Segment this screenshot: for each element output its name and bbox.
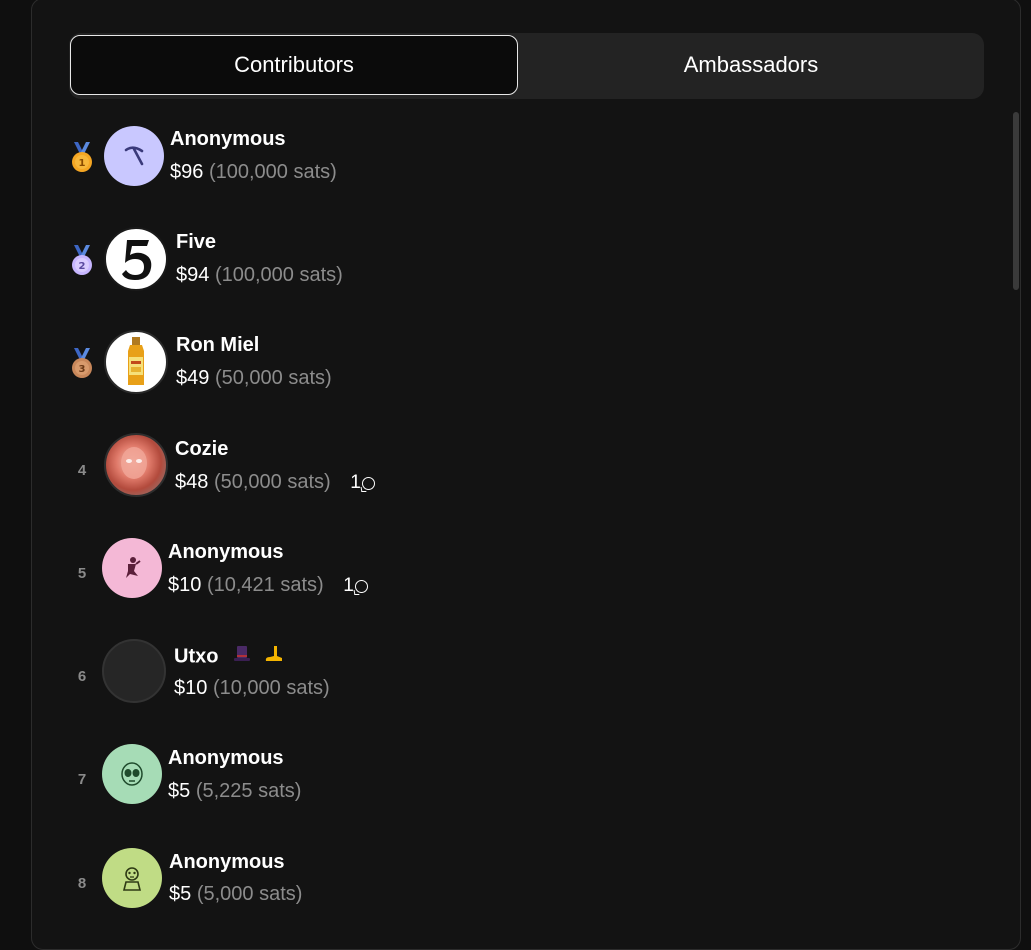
comment-count-value: 1 — [350, 472, 361, 493]
svg-text:3: 3 — [79, 364, 86, 375]
sats-amount: (5,225 sats) — [195, 780, 302, 802]
contributor-name[interactable]: Anonymous — [168, 541, 284, 564]
bronze-medal-icon: 3 — [72, 348, 92, 378]
sats-amount: (50,000 sats) — [213, 471, 331, 493]
alien-icon — [121, 762, 143, 786]
usd-amount: $96 — [170, 161, 204, 183]
list-item[interactable]: 7 Anonymous $5 (5,225 sats) — [0, 744, 900, 824]
avatar[interactable] — [102, 639, 166, 703]
contributor-name[interactable]: Anonymous — [170, 128, 286, 151]
comment-icon — [361, 476, 375, 490]
list-item[interactable]: 3 Ron Miel $49 (50,000 sats) — [0, 330, 900, 412]
contribution-amount: $10 (10,421 sats) 1 — [168, 574, 368, 597]
sats-amount: (10,421 sats) — [206, 574, 324, 596]
avatar[interactable] — [104, 330, 168, 394]
dancer-icon — [126, 557, 141, 578]
list-item[interactable]: 8 Anonymous $5 (5,000 sats) — [0, 848, 900, 928]
comment-count[interactable]: 1 — [343, 575, 368, 597]
contributor-name[interactable]: Anonymous — [168, 747, 284, 770]
sats-amount: (10,000 sats) — [212, 677, 330, 699]
avatar[interactable] — [104, 433, 168, 497]
contributor-name[interactable]: Five — [176, 231, 216, 254]
five-logo-icon — [122, 240, 152, 280]
list-item[interactable]: 1 Anonymous $96 (100,000 sats) — [0, 126, 900, 206]
zombie-icon — [122, 867, 142, 891]
contribution-amount: $49 (50,000 sats) — [176, 367, 332, 390]
sats-amount: (5,000 sats) — [196, 883, 303, 905]
usd-amount: $5 — [169, 883, 192, 905]
comment-icon — [354, 579, 368, 593]
contribution-amount: $10 (10,000 sats) — [174, 677, 330, 700]
scrollbar[interactable] — [1013, 112, 1019, 290]
avatar[interactable] — [104, 126, 164, 186]
leg-icon — [262, 644, 284, 670]
sats-amount: (100,000 sats) — [214, 264, 343, 286]
svg-text:1: 1 — [79, 158, 86, 169]
usd-amount: $5 — [168, 780, 191, 802]
avatar[interactable] — [104, 227, 168, 291]
list-item[interactable]: 5 Anonymous $10 (10,421 sats) 1 — [0, 538, 900, 618]
rank-number: 8 — [77, 875, 87, 892]
usd-amount: $10 — [168, 574, 202, 596]
silver-medal-icon: 2 — [72, 245, 92, 275]
svg-text:2: 2 — [79, 261, 86, 272]
usd-amount: $10 — [174, 677, 208, 699]
rank-number: 5 — [77, 565, 87, 582]
contributor-name[interactable]: Anonymous — [169, 851, 285, 874]
sats-amount: (50,000 sats) — [214, 367, 332, 389]
contribution-amount: $94 (100,000 sats) — [176, 264, 343, 287]
tab-contributors[interactable]: Contributors — [70, 35, 518, 95]
sats-amount: (100,000 sats) — [208, 161, 337, 183]
contributor-name[interactable]: Ron Miel — [176, 334, 259, 357]
tab-ambassadors[interactable]: Ambassadors — [521, 35, 981, 95]
comment-count[interactable]: 1 — [350, 472, 375, 494]
gold-medal-icon: 1 — [72, 142, 92, 172]
rank-number: 6 — [77, 668, 87, 685]
usd-amount: $94 — [176, 264, 210, 286]
usd-amount: $48 — [175, 471, 209, 493]
list-item[interactable]: 6 Utxo $10 (10,000 sats) — [0, 639, 900, 721]
contribution-amount: $5 (5,000 sats) — [169, 883, 302, 906]
pickaxe-icon — [124, 146, 144, 166]
contributor-name[interactable]: Cozie — [175, 438, 228, 461]
contribution-amount: $48 (50,000 sats) 1 — [175, 471, 375, 494]
avatar[interactable] — [102, 744, 162, 804]
list-item[interactable]: 4 Cozie $48 (50,000 sats) 1 — [0, 433, 900, 515]
avatar[interactable] — [102, 848, 162, 908]
list-item[interactable]: 2 Five $94 (100,000 sats) — [0, 227, 900, 309]
contribution-amount: $96 (100,000 sats) — [170, 161, 337, 184]
rank-number: 7 — [77, 771, 87, 788]
avatar[interactable] — [102, 538, 162, 598]
leaderboard-tabs: Contributors Ambassadors — [69, 33, 984, 99]
rank-number: 4 — [77, 462, 87, 479]
contributor-name-text: Utxo — [174, 645, 219, 668]
usd-amount: $49 — [176, 367, 210, 389]
honey-rum-bottle-icon — [128, 337, 144, 385]
contribution-amount: $5 (5,225 sats) — [168, 780, 301, 803]
person-photo-icon — [121, 447, 147, 479]
comment-count-value: 1 — [343, 575, 354, 596]
contributor-name[interactable]: Utxo — [174, 644, 284, 670]
top-hat-icon — [232, 644, 252, 670]
